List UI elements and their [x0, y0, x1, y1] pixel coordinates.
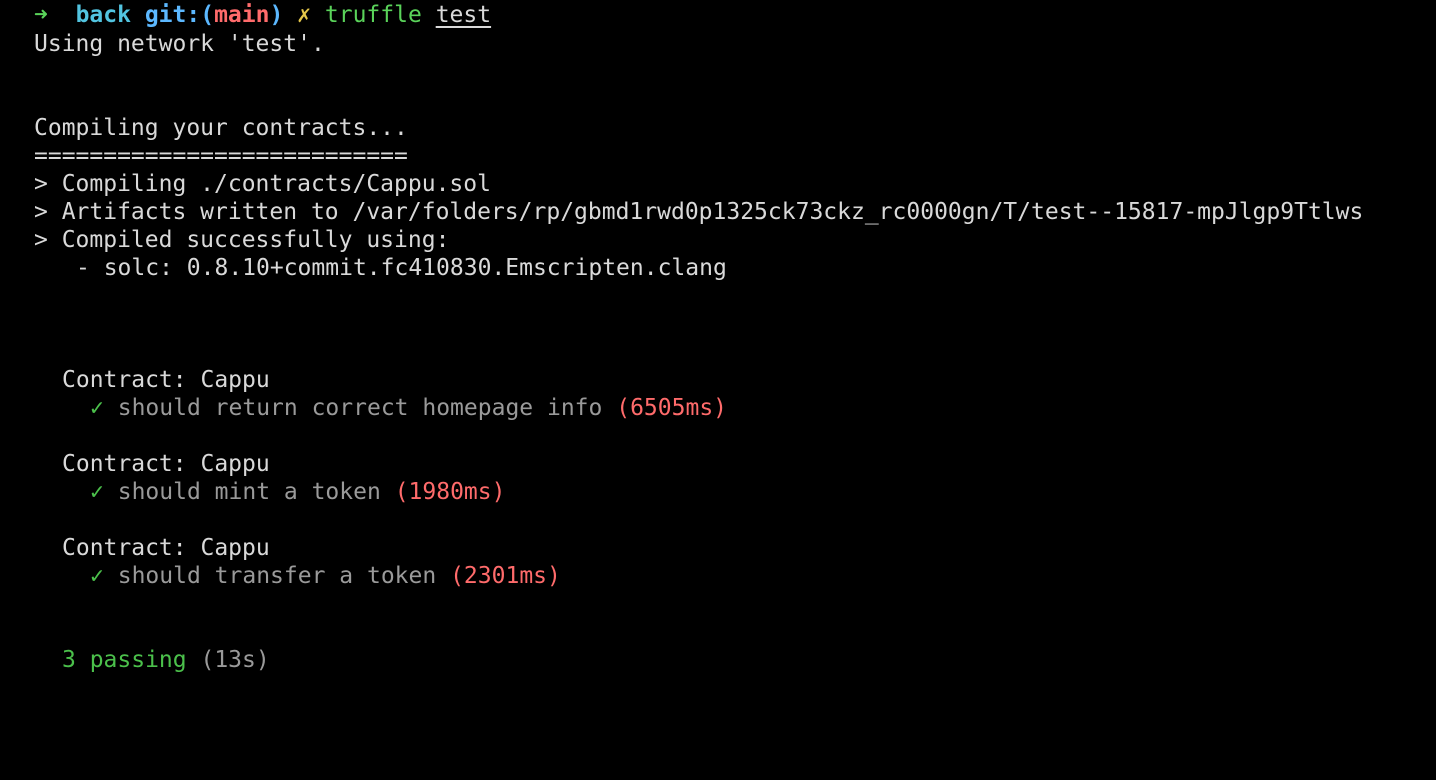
total-duration: (13s) — [200, 647, 270, 673]
test-description: should return correct homepage info — [117, 395, 603, 421]
compile-line-success: > Compiled successfully using: — [34, 227, 450, 253]
git-branch: main — [214, 2, 270, 28]
solc-version-line: - solc: 0.8.10+commit.fc410830.Emscripte… — [76, 255, 727, 281]
check-icon: ✓ — [90, 479, 104, 505]
git-label: git: — [144, 2, 201, 28]
test-duration: (2301ms) — [450, 563, 561, 589]
test-result-row: ✓ should return correct homepage info (6… — [90, 394, 727, 422]
test-suite-title: Contract: Cappu — [62, 535, 270, 561]
test-suite-title: Contract: Cappu — [62, 451, 270, 477]
network-line: Using network 'test'. — [34, 31, 325, 57]
command-argument: test — [435, 2, 492, 28]
passing-count: 3 passing — [62, 647, 187, 673]
terminal-window[interactable]: ➜ back git:(main) ✗ truffle test Using n… — [0, 0, 1436, 680]
git-open-paren: ( — [200, 2, 215, 28]
test-description: should mint a token — [117, 479, 381, 505]
test-summary: 3 passing (13s) — [62, 646, 270, 674]
test-duration: (6505ms) — [616, 395, 728, 421]
prompt-line: ➜ back git:(main) ✗ truffle test — [34, 1, 491, 29]
separator-line: =========================== — [34, 143, 408, 169]
command-name: truffle — [324, 2, 422, 28]
compile-line-source: > Compiling ./contracts/Cappu.sol — [34, 171, 491, 197]
check-icon: ✓ — [90, 563, 104, 589]
current-directory: back — [75, 2, 131, 28]
test-suite-title: Contract: Cappu — [62, 367, 270, 393]
test-result-row: ✓ should mint a token (1980ms) — [90, 478, 505, 506]
prompt-arrow-icon: ➜ — [34, 2, 48, 28]
test-duration: (1980ms) — [394, 479, 506, 505]
compile-line-artifacts: > Artifacts written to /var/folders/rp/g… — [34, 199, 1364, 225]
dirty-marker-icon: ✗ — [297, 2, 312, 28]
check-icon: ✓ — [90, 395, 104, 421]
test-description: should transfer a token — [117, 563, 437, 589]
git-close-paren: ) — [269, 2, 284, 28]
compiling-header: Compiling your contracts... — [34, 115, 408, 141]
scrolled-off-edge — [0, 0, 1436, 3]
test-result-row: ✓ should transfer a token (2301ms) — [90, 562, 561, 590]
